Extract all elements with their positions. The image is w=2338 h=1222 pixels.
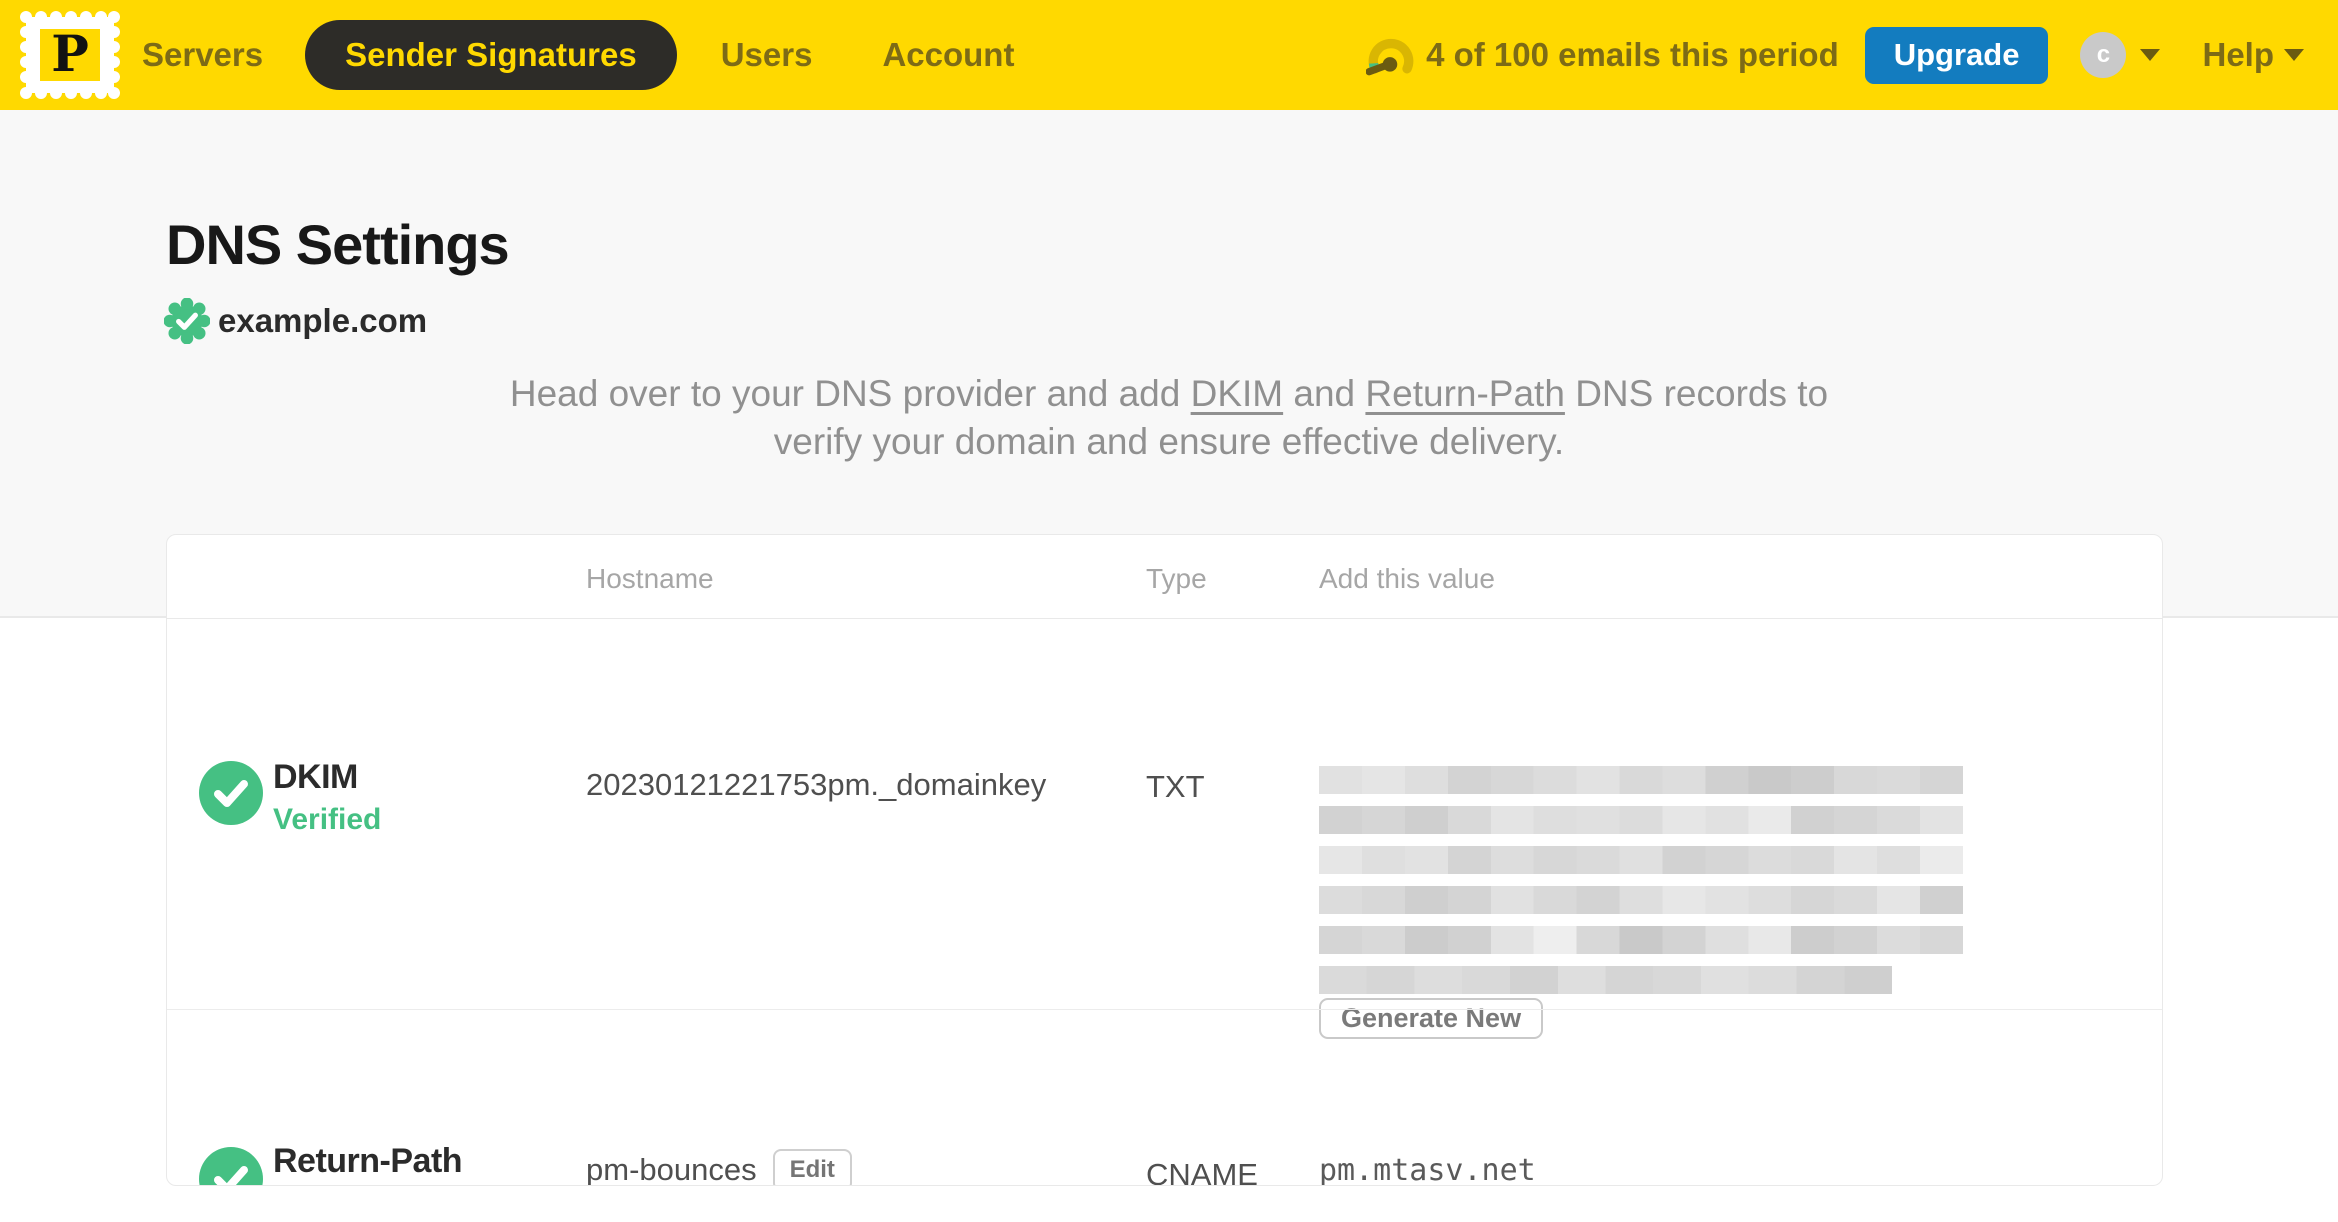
nav-item-servers[interactable]: Servers [142, 36, 263, 74]
instruction-line2: verify your domain and ensure effective … [773, 421, 1565, 462]
verified-check-icon [199, 1147, 263, 1185]
redacted-dns-value [1319, 766, 1963, 1006]
status-badge: Verified [273, 803, 382, 836]
redacted-value-bar [1319, 846, 1963, 874]
type-cell: TXT [1146, 769, 1205, 804]
help-menu[interactable]: Help [2202, 36, 2304, 74]
redacted-value-bar [1319, 766, 1963, 794]
nav-item-users[interactable]: Users [721, 36, 813, 74]
redacted-value-bar [1319, 806, 1963, 834]
dns-records-card: Hostname Type Add this value DKIM Verifi… [166, 534, 2163, 1186]
hostname-cell: 20230121221753pm._domainkey [586, 767, 1046, 803]
page: P Servers Sender Signatures Users Accoun… [0, 0, 2338, 1222]
record-name: DKIM [273, 758, 358, 796]
edit-button[interactable]: Edit [772, 1149, 852, 1185]
avatar[interactable]: c [2080, 32, 2127, 78]
instruction-line1-pre: Head over to your DNS provider and add [509, 373, 1191, 414]
instruction-line1-post: DNS records to [1564, 373, 1829, 414]
chevron-down-icon [2284, 49, 2304, 61]
page-title: DNS Settings [166, 213, 510, 276]
upgrade-button[interactable]: Upgrade [1864, 26, 2049, 84]
column-header-add-this-value: Add this value [1319, 563, 1495, 594]
chevron-down-icon [2140, 49, 2161, 61]
return-path-link[interactable]: Return-Path [1365, 373, 1565, 414]
verified-seal-icon [164, 298, 210, 344]
postmark-logo-icon[interactable]: P [20, 9, 120, 101]
nav-item-sender-signatures-active[interactable]: Sender Signatures [305, 20, 677, 90]
row-divider [167, 1009, 2162, 1010]
redacted-value-bar [1319, 966, 1892, 994]
hostname-value: pm-bounces [586, 1152, 757, 1186]
usage-counter: 4 of 100 emails this period [1426, 36, 1839, 73]
redacted-value-bar [1319, 926, 1963, 954]
account-menu[interactable]: c [2080, 32, 2161, 78]
table-header-row: Hostname Type Add this value [167, 535, 2162, 619]
record-name: Return-Path [273, 1142, 463, 1180]
instruction-text: Head over to your DNS provider and add D… [0, 370, 2338, 466]
nav-item-account[interactable]: Account [882, 36, 1014, 74]
record-name-block: DKIM Verified [273, 758, 381, 837]
help-label: Help [2202, 36, 2274, 73]
instruction-line1-mid: and [1283, 373, 1366, 414]
usage-gauge-icon [1366, 38, 1414, 76]
hostname-value: 20230121221753pm._domainkey [586, 767, 1047, 802]
hostname-cell: pm-bounces Edit [586, 1149, 852, 1186]
type-cell: CNAME [1146, 1157, 1258, 1186]
top-navigation-bar: P Servers Sender Signatures Users Accoun… [0, 0, 2338, 110]
column-header-type: Type [1146, 563, 1207, 594]
main-nav: Servers Sender Signatures Users Account [120, 20, 1014, 90]
dns-value: pm.mtasv.net [1319, 1153, 1536, 1186]
redacted-value-bar [1319, 886, 1963, 914]
dkim-link[interactable]: DKIM [1191, 373, 1284, 414]
column-header-hostname: Hostname [586, 563, 714, 594]
topbar-right-cluster: 4 of 100 emails this period Upgrade c He… [1366, 26, 2304, 84]
verified-domain: example.com [164, 298, 427, 344]
verified-check-icon [199, 761, 263, 825]
domain-name: example.com [218, 302, 428, 339]
record-name-block: Return-Path Verified [273, 1142, 463, 1185]
svg-text:P: P [51, 24, 89, 83]
generate-new-button[interactable]: Generate New [1319, 998, 1544, 1039]
